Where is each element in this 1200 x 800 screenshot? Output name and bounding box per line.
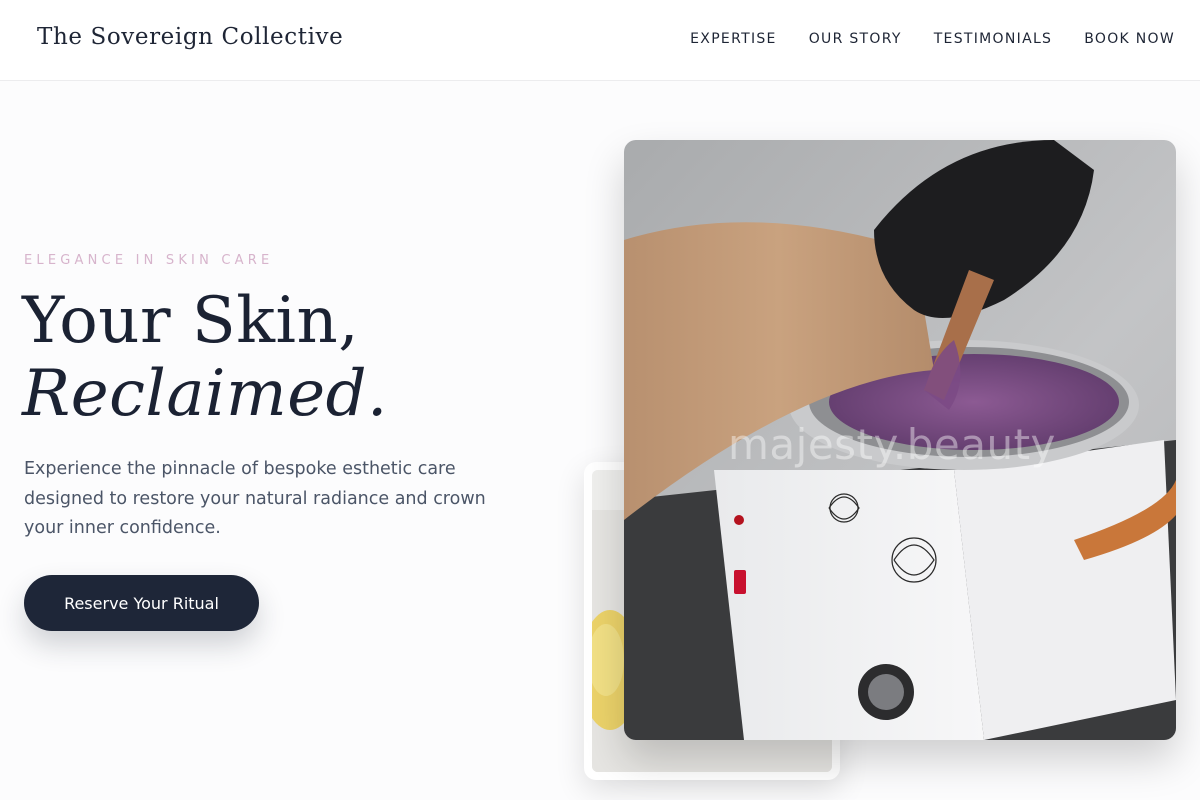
reserve-ritual-button[interactable]: Reserve Your Ritual bbox=[24, 575, 259, 631]
hero-eyebrow: ELEGANCE IN SKIN CARE bbox=[24, 253, 274, 268]
main-nav: EXPERTISE OUR STORY TESTIMONIALS BOOK NO… bbox=[690, 31, 1175, 47]
nav-link-expertise[interactable]: EXPERTISE bbox=[690, 31, 777, 47]
nav-link-book-now[interactable]: BOOK NOW bbox=[1084, 31, 1175, 47]
hero-photo: majesty.beauty bbox=[624, 140, 1176, 740]
nav-link-testimonials[interactable]: TESTIMONIALS bbox=[934, 31, 1053, 47]
headline-line-2: Reclaimed. bbox=[22, 357, 388, 431]
headline-line-1: Your Skin, bbox=[22, 284, 360, 358]
hero-description: Experience the pinnacle of bespoke esthe… bbox=[24, 459, 486, 538]
wax-warmer-photo bbox=[624, 140, 1176, 740]
hero-headline: Your Skin, Reclaimed. bbox=[22, 282, 388, 428]
nav-link-our-story[interactable]: OUR STORY bbox=[809, 31, 902, 47]
site-header: The Sovereign Collective EXPERTISE OUR S… bbox=[0, 0, 1200, 81]
brand-logo[interactable]: The Sovereign Collective bbox=[37, 24, 343, 50]
